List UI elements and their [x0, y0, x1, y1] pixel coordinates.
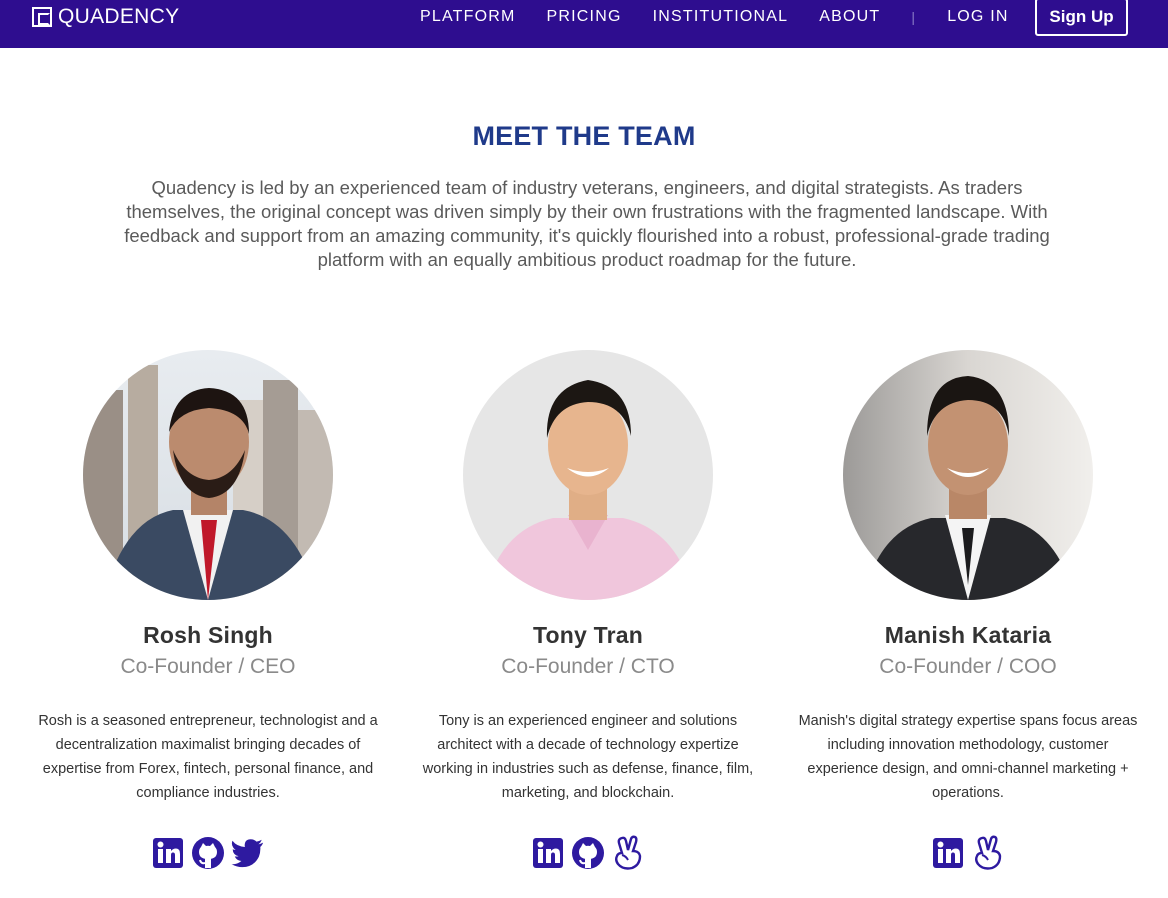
team-member-card: Manish Kataria Co-Founder / COO Manish's… — [788, 350, 1148, 871]
nav-link-platform[interactable]: PLATFORM — [420, 8, 516, 26]
nav-link-pricing[interactable]: PRICING — [547, 8, 622, 26]
linkedin-icon[interactable] — [151, 835, 185, 871]
social-links — [28, 835, 388, 871]
angellist-icon[interactable] — [611, 835, 645, 871]
logo[interactable]: QUADENCY — [32, 5, 180, 28]
top-navbar: QUADENCY PLATFORM PRICING INSTITUTIONAL … — [0, 0, 1168, 48]
member-name: Manish Kataria — [884, 622, 1052, 648]
angellist-icon[interactable] — [971, 835, 1005, 871]
member-role: Co-Founder / COO — [879, 655, 1057, 678]
member-bio: Tony is an experienced engineer and solu… — [422, 713, 754, 801]
team-member-card: Rosh Singh Co-Founder / CEO Rosh is a se… — [28, 350, 388, 871]
nav-link-institutional[interactable]: INSTITUTIONAL — [653, 8, 789, 26]
linkedin-icon[interactable] — [531, 835, 565, 871]
social-links — [788, 835, 1148, 871]
nav-link-about[interactable]: ABOUT — [819, 8, 880, 26]
member-bio: Manish's digital strategy expertise span… — [798, 713, 1138, 801]
social-links — [408, 835, 768, 871]
member-name: Rosh Singh — [143, 622, 273, 648]
team-member-card: Tony Tran Co-Founder / CTO Tony is an ex… — [408, 350, 768, 871]
avatar-photo — [83, 350, 333, 600]
member-name: Tony Tran — [533, 622, 643, 648]
logo-text: QUADENCY — [58, 5, 180, 28]
avatar-photo — [463, 350, 713, 600]
nav-links: PLATFORM PRICING INSTITUTIONAL ABOUT | L… — [420, 7, 1040, 27]
login-link[interactable]: LOG IN — [947, 8, 1008, 26]
member-role: Co-Founder / CTO — [501, 655, 675, 678]
avatar-photo — [843, 350, 1093, 600]
twitter-icon[interactable] — [231, 835, 265, 871]
member-bio: Rosh is a seasoned entrepreneur, technol… — [38, 713, 378, 801]
github-icon[interactable] — [191, 835, 225, 871]
section-intro: Quadency is led by an experienced team o… — [124, 177, 1050, 270]
github-icon[interactable] — [571, 835, 605, 871]
quadency-logo-icon — [32, 7, 52, 27]
signup-button[interactable]: Sign Up — [1035, 0, 1128, 36]
linkedin-icon[interactable] — [931, 835, 965, 871]
member-role: Co-Founder / CEO — [120, 655, 296, 678]
nav-separator: | — [911, 9, 917, 25]
section-title: MEET THE TEAM — [472, 121, 696, 151]
